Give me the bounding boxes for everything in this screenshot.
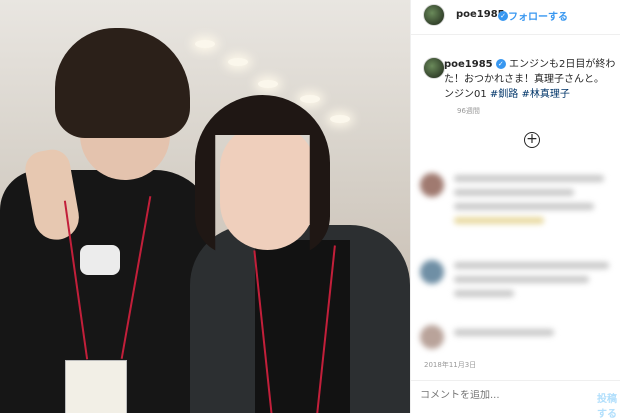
comment-line [454, 329, 554, 336]
comment-line [454, 175, 604, 182]
header-divider [411, 34, 620, 35]
comment-line [454, 189, 574, 196]
person-right-face [220, 125, 315, 250]
comment-line [454, 203, 594, 210]
follow-button[interactable]: フォローする [508, 8, 568, 23]
commenter-avatar [420, 260, 444, 284]
caption-username[interactable]: poe1985 [444, 59, 493, 70]
plus-circle-icon[interactable]: + [524, 132, 540, 148]
hashtag-link[interactable]: #林真理子 [521, 89, 569, 100]
ceiling-light [258, 80, 278, 88]
name-badge [65, 360, 127, 413]
comment-line [454, 217, 544, 224]
comment-line [454, 262, 609, 269]
caption-line1: エンジンも2日目が終わ [509, 59, 616, 70]
comment-line [454, 276, 589, 283]
caption-time-ago[interactable]: 96週間 [457, 106, 480, 116]
caption-avatar[interactable] [423, 57, 445, 79]
blurred-comments [412, 165, 620, 355]
comment-input[interactable] [420, 390, 580, 401]
verified-badge-icon: ✓ [498, 11, 508, 21]
post-comment-button[interactable]: 投稿する [597, 390, 620, 420]
post-date: 2018年11月3日 [424, 361, 477, 369]
person-left-hair [55, 28, 190, 138]
caption: poe1985 ✓ エンジンも2日目が終わ た！おつかれさま！真理子さんと。 ン… [444, 57, 620, 102]
ceiling-light [300, 95, 320, 103]
caption-line3: ンジン01 [444, 89, 490, 100]
comment-line [454, 290, 514, 297]
commenter-avatar [420, 173, 444, 197]
ceiling-light [195, 40, 215, 48]
caption-line2: た！おつかれさま！真理子さんと。 [444, 74, 604, 85]
verified-badge-icon: ✓ [495, 59, 506, 69]
commenter-avatar [420, 325, 444, 349]
ceiling-light [330, 115, 350, 123]
post-photo[interactable] [0, 0, 410, 413]
header-avatar[interactable] [423, 4, 445, 26]
ceiling-light [228, 58, 248, 66]
comment-divider [411, 380, 620, 381]
shirt-print [80, 245, 120, 275]
hashtag-link[interactable]: #釧路 [490, 89, 518, 100]
